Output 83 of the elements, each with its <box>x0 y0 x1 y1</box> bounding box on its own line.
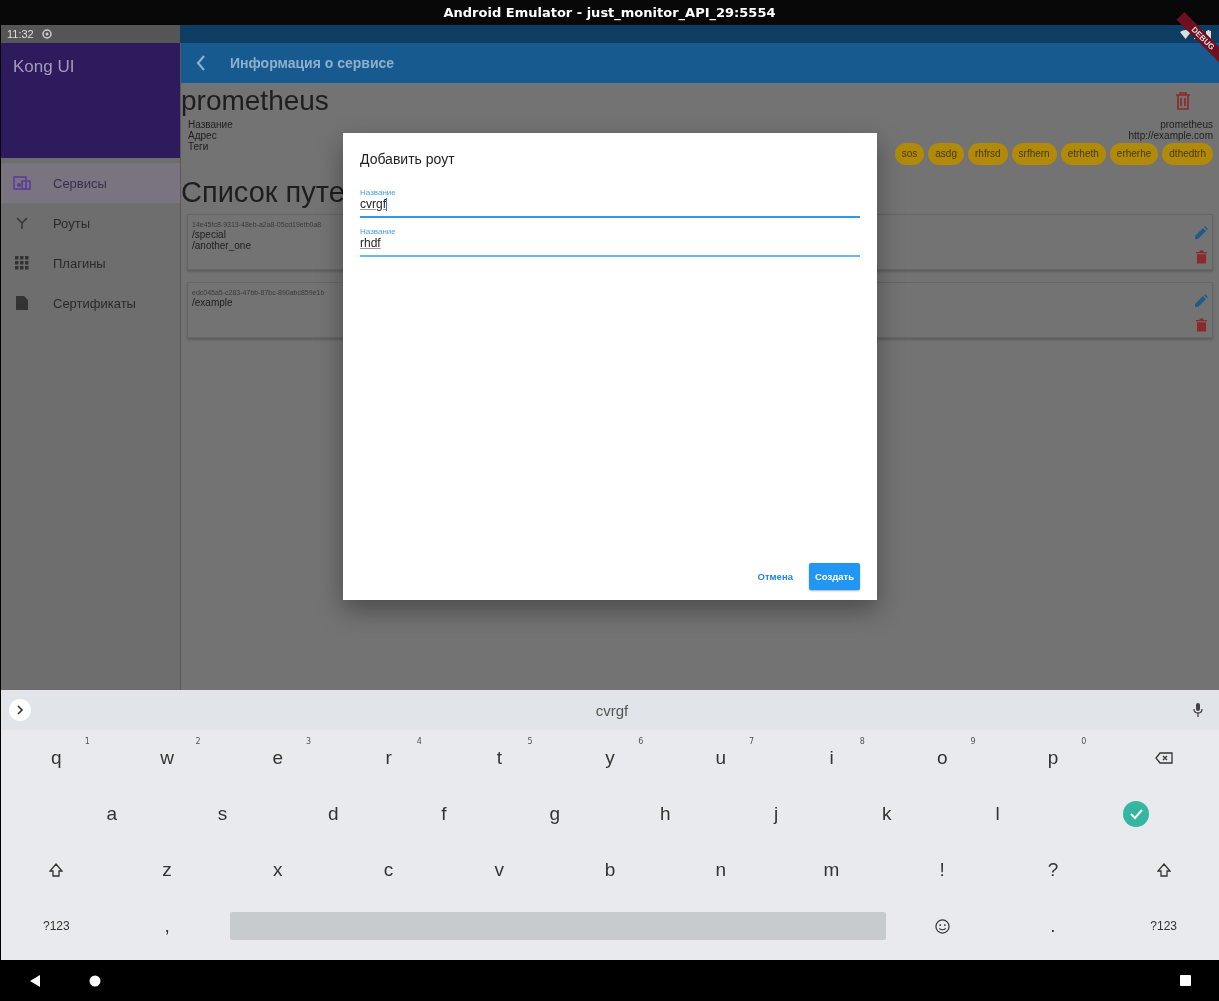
app-bar-title: Информация о сервисе <box>230 55 395 71</box>
key-hint: 8 <box>859 737 865 746</box>
keyboard-key[interactable]: x <box>267 857 289 883</box>
service-name: prometheus <box>181 84 329 118</box>
keyboard-key[interactable]: j <box>768 801 785 827</box>
text-field[interactable]: Название cvrgf <box>360 188 860 218</box>
keyboard-key[interactable]: f <box>435 801 453 827</box>
keyboard-key[interactable]: y <box>599 745 621 771</box>
tag-chip: etrheth <box>1060 143 1106 165</box>
key-hint: 6 <box>638 737 644 746</box>
cancel-button[interactable]: Отмена <box>751 563 799 590</box>
keyboard-key[interactable]: d <box>321 801 345 827</box>
home-icon[interactable] <box>89 974 101 987</box>
keyboard-key[interactable]: a <box>100 801 123 827</box>
keyboard-key[interactable]: p <box>1041 745 1065 771</box>
tag-chip: asdg <box>928 143 964 165</box>
grid-icon <box>13 256 31 270</box>
key-hint: 9 <box>970 737 976 746</box>
back-icon[interactable] <box>29 974 41 987</box>
key-hint: 4 <box>416 737 422 746</box>
keyboard-key[interactable]: s <box>211 801 234 827</box>
keyboard-key[interactable]: e <box>266 745 290 771</box>
keyboard-key[interactable]: u <box>709 745 733 771</box>
keyboard-key[interactable]: . <box>1044 913 1062 939</box>
key-hint: 7 <box>749 737 755 746</box>
route-path: /another_one <box>192 240 252 251</box>
text-field[interactable]: Название rhdf <box>360 227 860 257</box>
keyboard-key[interactable]: r <box>379 745 398 771</box>
tag-chip: sos <box>894 143 925 165</box>
expand-icon[interactable] <box>9 699 31 721</box>
field-label: Теги <box>188 141 209 152</box>
key-hint: 3 <box>306 737 312 746</box>
keyboard-key[interactable]: z <box>156 857 178 883</box>
keyboard-key[interactable]: v <box>488 857 511 883</box>
delete-icon[interactable] <box>1195 318 1207 332</box>
shift-icon[interactable] <box>49 863 64 877</box>
keyboard-key[interactable]: , <box>158 913 176 939</box>
keyboard-key[interactable]: g <box>543 801 566 827</box>
field-label: Название <box>188 119 233 130</box>
drawer-title: Kong UI <box>13 57 75 76</box>
devices-icon <box>13 176 31 190</box>
tag-chip: dthedtrh <box>1162 143 1213 165</box>
keyboard-key[interactable]: ! <box>933 857 951 883</box>
dialog-title: Добавить роут <box>360 151 456 167</box>
tag-chip: srfhern <box>1011 143 1057 165</box>
tag-chip: rhfrsd <box>968 143 1008 165</box>
notification-icon <box>41 29 52 39</box>
key-hint: 2 <box>195 737 201 746</box>
keyboard-key[interactable]: i <box>823 745 840 771</box>
key-hint: 0 <box>1081 737 1087 746</box>
microphone-icon[interactable] <box>1193 703 1203 717</box>
keyboard-key[interactable]: k <box>876 801 898 827</box>
keyboard-key[interactable]: ?123 <box>37 917 76 935</box>
delete-icon[interactable] <box>1175 92 1191 110</box>
document-icon <box>13 295 31 311</box>
key-hint: 5 <box>527 737 533 746</box>
tag-chip: erherhe <box>1109 143 1159 165</box>
field-label: Адрес <box>188 130 218 141</box>
shift-icon[interactable] <box>1156 863 1171 877</box>
keyboard-key[interactable]: t <box>490 745 508 771</box>
recents-icon[interactable] <box>1180 975 1191 986</box>
smiley-icon[interactable] <box>934 918 950 934</box>
status-time: 11:32 <box>7 28 34 40</box>
keyboard-key[interactable]: h <box>654 801 677 827</box>
fork-icon <box>13 216 31 230</box>
delete-icon[interactable] <box>1195 250 1207 264</box>
key-hint: 1 <box>84 737 90 746</box>
route-path: /example <box>192 297 234 308</box>
keyboard-key[interactable]: l <box>989 801 1006 827</box>
window-title: Android Emulator - just_monitor_API_29:5554 <box>443 5 776 20</box>
keyboard-key[interactable]: c <box>377 857 400 883</box>
keyboard-key[interactable]: o <box>930 745 954 771</box>
backspace-icon[interactable] <box>1154 752 1173 764</box>
keyboard-key[interactable]: n <box>709 857 733 883</box>
keyboard-key[interactable]: m <box>817 857 846 883</box>
route-path: /special <box>192 229 226 240</box>
keyboard-key[interactable]: w <box>154 745 180 771</box>
keyboard-key[interactable]: ?123 <box>1144 917 1183 935</box>
keyboard-key[interactable]: ? <box>1041 857 1065 883</box>
routes-heading: Список путе <box>181 175 345 210</box>
check-icon[interactable] <box>1123 801 1149 827</box>
keyboard-key[interactable]: q <box>45 745 68 771</box>
keyboard-key[interactable]: b <box>598 857 622 883</box>
